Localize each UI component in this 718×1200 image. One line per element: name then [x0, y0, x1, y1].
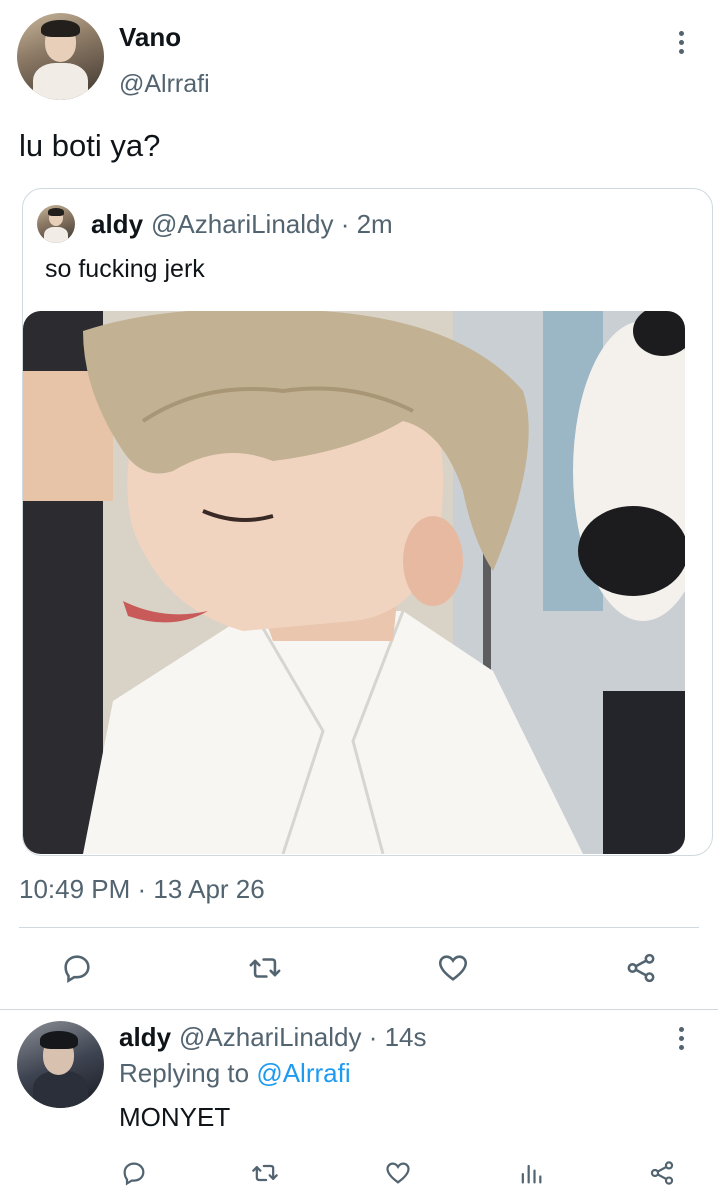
tweet-text: lu boti ya?	[19, 128, 161, 163]
heart-icon[interactable]	[378, 1150, 418, 1196]
tweet-action-bar	[0, 945, 718, 995]
reply-author-handle[interactable]: @AzhariLinaldy · 14s	[179, 1022, 427, 1053]
section-separator	[0, 1009, 718, 1010]
quote-author-handle: @AzhariLinaldy · 2m	[151, 209, 393, 239]
quote-text: so fucking jerk	[45, 255, 205, 283]
reply-icon[interactable]	[57, 945, 97, 991]
divider	[19, 927, 699, 928]
heart-icon[interactable]	[433, 945, 473, 991]
reply-author-name[interactable]: aldy	[119, 1022, 171, 1053]
retweet-icon[interactable]	[245, 1150, 285, 1196]
more-options-icon[interactable]	[666, 22, 696, 62]
more-options-icon[interactable]	[666, 1018, 696, 1058]
tweet-detail-page: Vano @Alrrafi lu boti ya? aldy @AzhariLi…	[0, 0, 718, 1200]
reply-icon[interactable]	[114, 1150, 154, 1196]
quoted-tweet-card[interactable]: aldy @AzhariLinaldy · 2m so fucking jerk	[22, 188, 713, 856]
quote-author-name: aldy	[91, 209, 144, 239]
author-display-name[interactable]: Vano	[119, 22, 181, 53]
replying-to-mention[interactable]: @Alrrafi	[256, 1058, 350, 1088]
share-icon[interactable]	[642, 1150, 682, 1196]
reply-author-avatar[interactable]	[17, 1021, 104, 1108]
replying-to-line: Replying to @Alrrafi	[119, 1058, 351, 1089]
retweet-icon[interactable]	[245, 945, 285, 991]
author-handle[interactable]: @Alrrafi	[119, 70, 210, 99]
replying-prefix: Replying to	[119, 1058, 257, 1088]
tweet-timestamp: 10:49 PM · 13 Apr 26	[19, 874, 265, 904]
quote-author-avatar	[37, 205, 75, 243]
share-icon[interactable]	[621, 945, 661, 991]
author-avatar[interactable]	[17, 13, 104, 100]
reply-action-bar	[0, 1150, 718, 1194]
reply-text: MONYET	[119, 1102, 231, 1132]
quote-media-photo[interactable]	[23, 311, 685, 854]
analytics-icon[interactable]	[511, 1150, 551, 1196]
photo-illustration	[23, 311, 685, 854]
tweet-header: Vano @Alrrafi	[0, 0, 718, 110]
